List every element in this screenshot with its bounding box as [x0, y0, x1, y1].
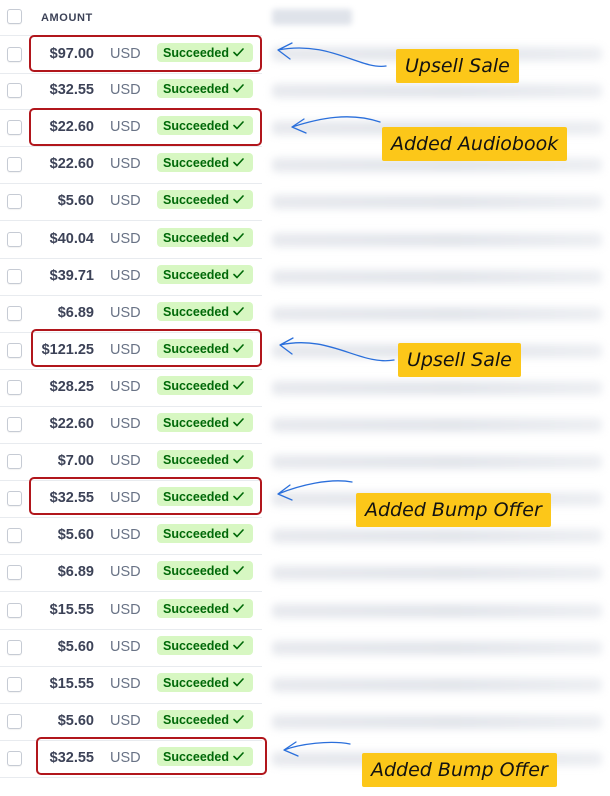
annotation-label: Added Audiobook: [382, 127, 568, 161]
annotation-label: Upsell Sale: [396, 49, 519, 83]
arrow-bump-offer-1: [277, 480, 353, 501]
highlight-box: [29, 477, 262, 515]
highlight-box: [29, 108, 262, 146]
highlight-box: [36, 737, 267, 775]
highlight-box: [31, 329, 262, 367]
highlight-box: [29, 35, 262, 72]
annotation-label: Added Bump Offer: [362, 753, 557, 787]
arrow-bump-offer-2: [283, 741, 351, 757]
arrow-upsell-sale-1: [277, 42, 387, 67]
annotation-label: Added Bump Offer: [356, 493, 551, 527]
arrow-added-audiobook: [291, 116, 381, 134]
arrow-upsell-sale-2: [279, 337, 395, 362]
annotation-label: Upsell Sale: [398, 343, 521, 377]
